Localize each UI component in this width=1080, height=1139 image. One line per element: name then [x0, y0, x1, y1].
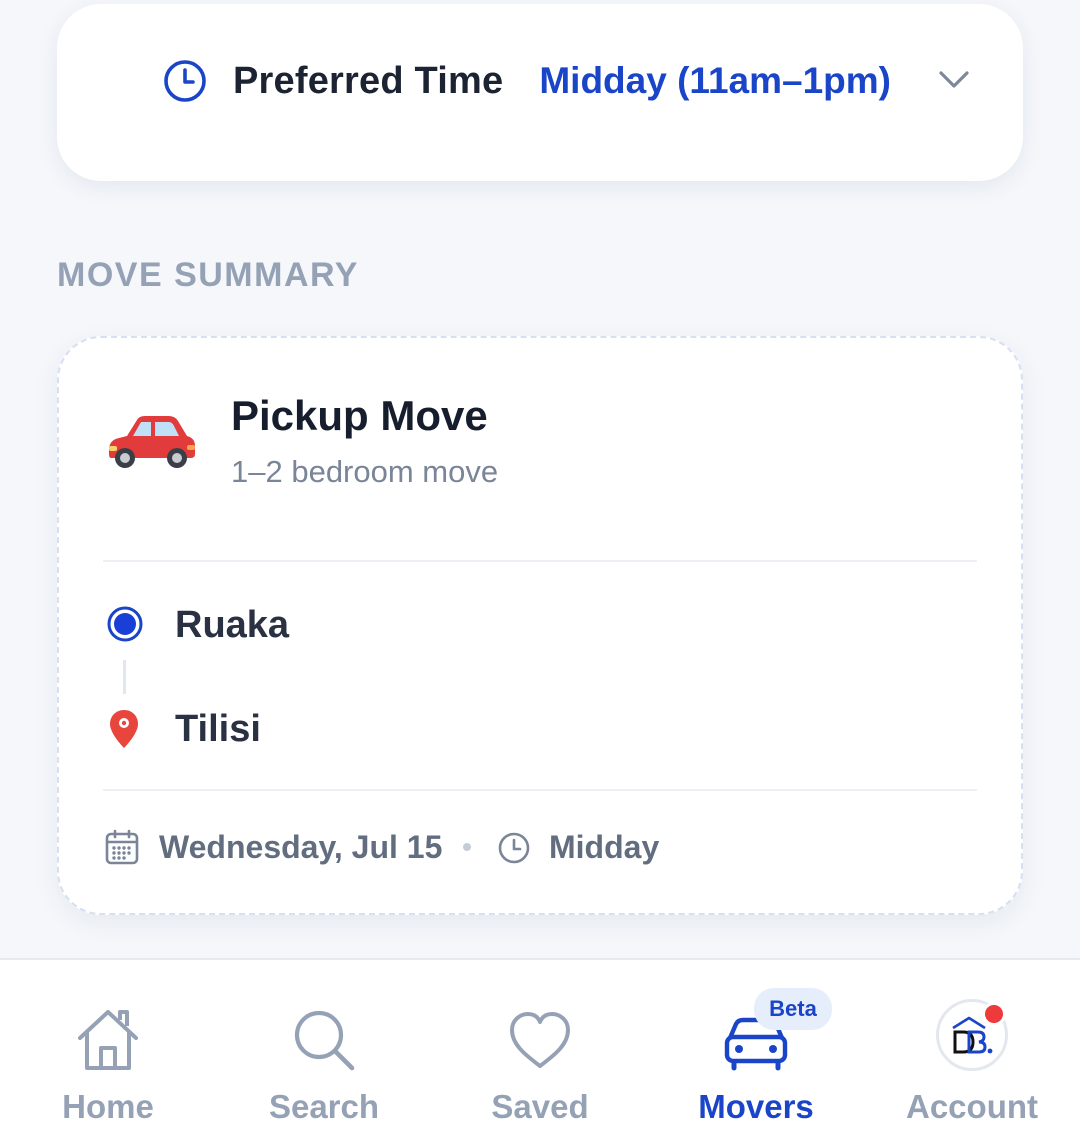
divider	[103, 560, 977, 562]
nav-item-search[interactable]: Search	[216, 960, 432, 1139]
nav-label-home: Home	[62, 1088, 154, 1125]
move-summary-card: Pickup Move 1–2 bedroom move Ruaka Tilis…	[57, 336, 1023, 915]
search-icon	[294, 1010, 355, 1071]
nav-item-home[interactable]: Home	[0, 960, 216, 1139]
home-icon	[78, 1010, 138, 1070]
calendar-icon	[105, 829, 139, 865]
bottom-navigation: Home Search Saved Movers Account	[0, 958, 1080, 1139]
notification-dot	[982, 1002, 1006, 1026]
car-icon	[109, 416, 195, 468]
nav-item-saved[interactable]: Saved	[432, 960, 648, 1139]
preferred-time-value[interactable]: Midday (11am–1pm)	[539, 60, 891, 102]
preferred-time-selector[interactable]: Preferred Time Midday (11am–1pm)	[57, 4, 1023, 181]
nav-label-movers: Movers	[698, 1088, 814, 1125]
clock-icon	[498, 832, 530, 864]
preferred-time-label: Preferred Time	[233, 60, 504, 102]
clock-icon	[164, 60, 206, 102]
origin-location: Ruaka	[175, 604, 290, 646]
move-size-subtitle: 1–2 bedroom move	[231, 454, 499, 489]
move-type-title: Pickup Move	[231, 392, 488, 439]
beta-badge: Beta	[754, 988, 832, 1030]
origin-dot-icon	[107, 606, 143, 642]
nav-item-movers[interactable]: Movers	[648, 960, 864, 1139]
divider	[103, 789, 977, 791]
separator-dot	[463, 843, 471, 851]
move-time: Midday	[549, 829, 660, 865]
nav-label-search: Search	[268, 1088, 380, 1125]
move-date: Wednesday, Jul 15	[159, 829, 443, 865]
destination-location: Tilisi	[175, 708, 261, 750]
page: Preferred Time Midday (11am–1pm) MOVE SU…	[0, 0, 1080, 1139]
chevron-down-icon[interactable]	[937, 64, 971, 94]
location-pin-icon	[110, 710, 138, 748]
section-title: MOVE SUMMARY	[57, 256, 359, 294]
heart-icon	[510, 1012, 570, 1068]
route-connector	[123, 660, 126, 694]
nav-label-saved: Saved	[491, 1088, 589, 1125]
nav-label-account: Account	[906, 1088, 1038, 1125]
